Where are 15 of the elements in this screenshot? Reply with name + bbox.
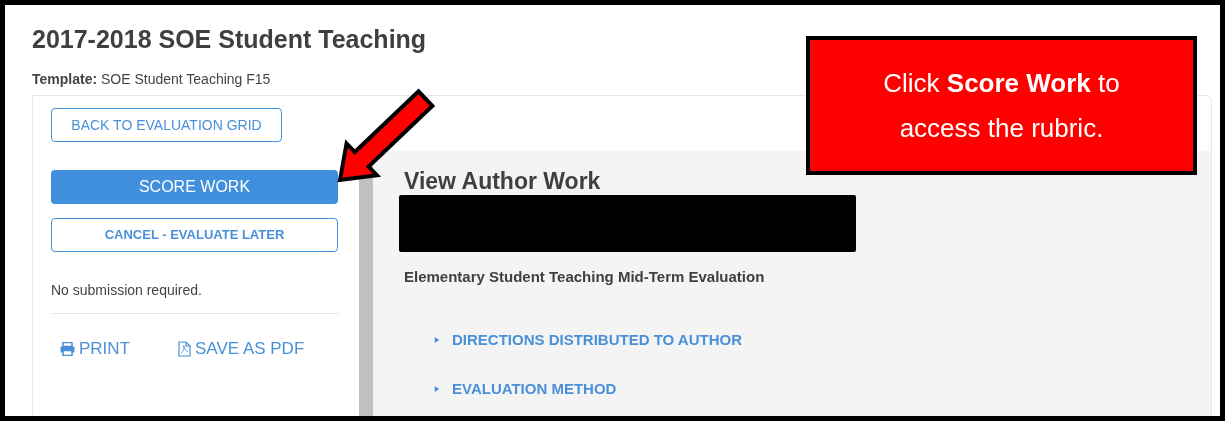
- section-heading: View Author Work: [404, 167, 602, 195]
- note-text: No submission required.: [51, 281, 203, 300]
- section-toggle[interactable]: EVALUATION METHOD: [434, 378, 1211, 401]
- evaluation-title: Elementary Student Teaching Mid-Term Evaluation: [404, 267, 766, 287]
- callout-text: Click Score Work to access the rubric.: [882, 66, 1121, 145]
- section-toggle[interactable]: DIRECTIONS DISTRIBUTED TO AUTHOR: [434, 328, 1211, 351]
- pdf-file-icon: [178, 340, 191, 357]
- page-title: 2017-2018 SOE Student Teaching: [32, 24, 428, 55]
- template-label: Template: SOE Student Teaching F15: [32, 70, 271, 88]
- printer-icon: [60, 341, 75, 356]
- back-button[interactable]: BACK TO EVALUATION GRID: [51, 108, 282, 142]
- score-button[interactable]: SCORE WORK: [51, 170, 338, 204]
- cancel-button[interactable]: CANCEL - EVALUATE LATER: [51, 218, 338, 252]
- save-pdf-link[interactable]: SAVE AS PDF: [178, 336, 305, 362]
- print-link[interactable]: PRINT: [60, 336, 130, 362]
